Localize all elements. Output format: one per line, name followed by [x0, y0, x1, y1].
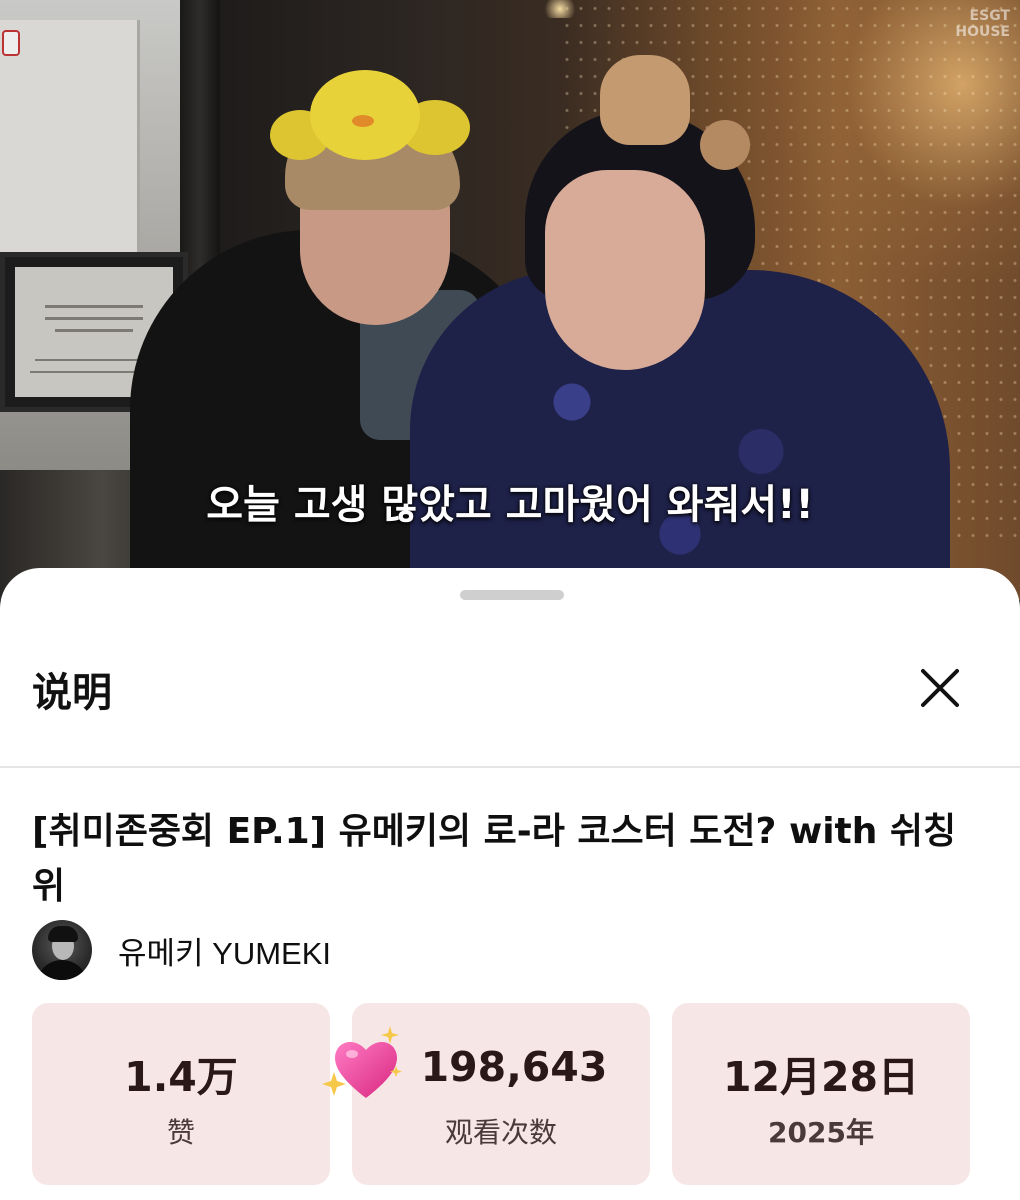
video-subtitle: 오늘 고생 많았고 고마웠어 와줘서!!	[206, 482, 814, 528]
publish-date: 12月28日	[722, 1053, 920, 1101]
stats-row: 1.4万 赞 198,643 观看次数 12月28日 2025年	[32, 1003, 972, 1185]
video-title: [취미존중회 EP.1] 유메키의 로-라 코스터 도전? with 쉬칭위	[32, 811, 957, 907]
description-sheet: 说明 [취미존중회 EP.1] 유메키의 로-라 코스터 도전? with 쉬칭…	[0, 568, 1020, 1200]
likes-label: 赞	[166, 1116, 195, 1149]
stat-date: 12月28日 2025年	[672, 1003, 970, 1185]
ceiling-light	[540, 0, 580, 18]
bear-ear-headband-small	[700, 120, 750, 170]
channel-avatar[interactable]	[32, 920, 92, 980]
stat-likes: 1.4万 赞	[32, 1003, 330, 1185]
views-label: 观看次数	[444, 1116, 557, 1149]
divider	[0, 766, 1020, 768]
chick-headband	[270, 70, 470, 170]
channel-name[interactable]: 유메키 YUMEKI	[118, 928, 331, 973]
publish-year: 2025年	[768, 1116, 874, 1149]
bear-ear-headband	[600, 55, 690, 145]
sheet-title: 说明	[32, 670, 112, 716]
building-background	[0, 20, 140, 280]
person-right-face	[545, 170, 705, 370]
video-player[interactable]: ESGT HOUSE 오늘 고생 많았고 고마웠어 와줘서!!	[0, 0, 1020, 600]
channel-row[interactable]: 유메키 YUMEKI	[32, 920, 331, 980]
drag-handle[interactable]	[460, 590, 564, 600]
no-smoking-sign	[2, 30, 20, 56]
close-button[interactable]	[912, 660, 968, 716]
close-icon[interactable]	[912, 660, 968, 716]
sparkling-heart-icon	[322, 1026, 402, 1098]
channel-watermark: ESGT HOUSE	[955, 8, 1010, 40]
likes-count: 1.4万	[124, 1053, 238, 1101]
